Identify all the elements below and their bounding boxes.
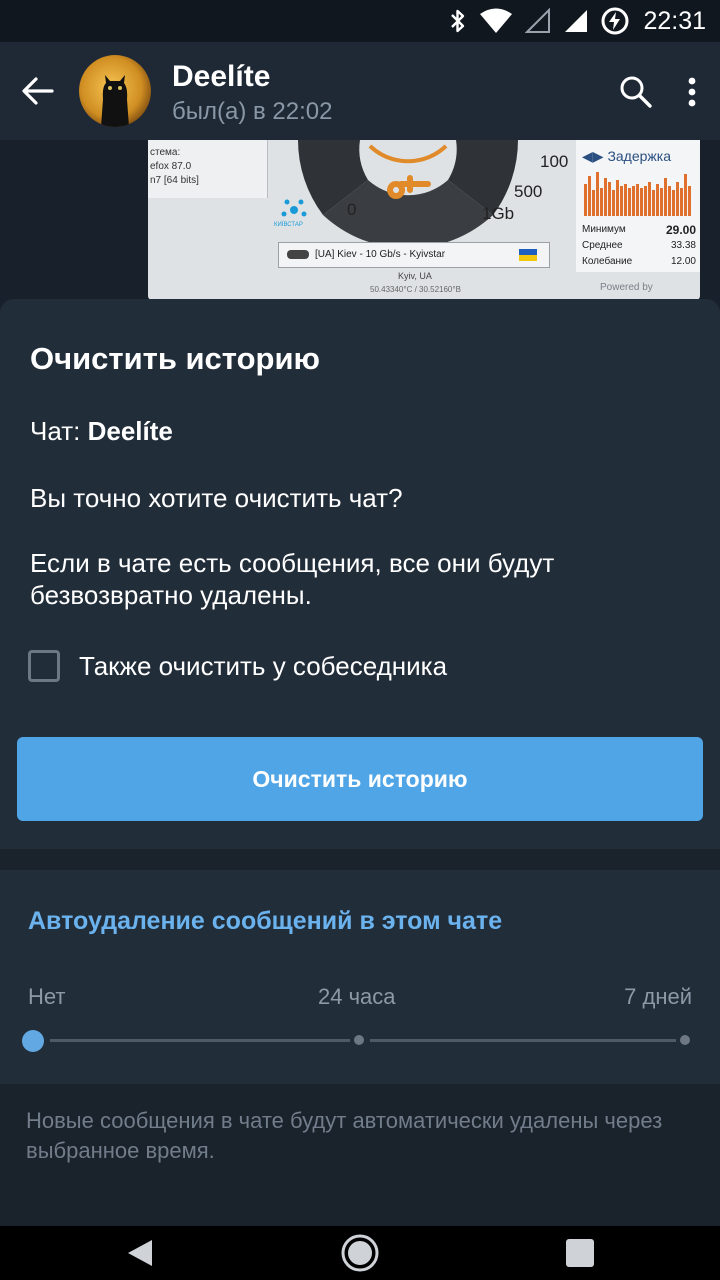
stat-value: 12.00 xyxy=(670,256,696,267)
stat-value: 29.00 xyxy=(665,223,696,237)
auto-delete-note-text: Новые сообщения в чате будут автоматичес… xyxy=(26,1108,663,1163)
gauge-label: 500 xyxy=(514,182,543,201)
nav-home-button[interactable] xyxy=(320,1226,400,1280)
search-button[interactable] xyxy=(612,68,660,116)
server-box: [UA] Kiev - 10 Gb/s - Kyivstar xyxy=(278,242,550,268)
search-icon xyxy=(620,76,652,108)
gauge-label: 1Gb xyxy=(482,204,515,223)
stat-label: Колебание xyxy=(582,256,633,267)
sheet-title: Очистить историю xyxy=(30,341,320,376)
auto-delete-title: Автоудаление сообщений в этом чате xyxy=(28,907,503,935)
chat-name[interactable]: Deelíte xyxy=(172,60,270,94)
isp-brand: КИЇВСТАР xyxy=(274,222,303,228)
also-clear-for-peer-row[interactable]: Также очистить у собеседника xyxy=(28,649,447,683)
back-button[interactable] xyxy=(16,69,60,113)
section-divider xyxy=(0,849,720,870)
powered-by: Powered by xyxy=(600,282,653,293)
server-name: [UA] Kiev - 10 Gb/s - Kyivstar xyxy=(315,249,446,260)
nav-recents-icon xyxy=(566,1239,594,1267)
option-none[interactable]: Нет xyxy=(28,984,65,1010)
more-vert-icon xyxy=(688,77,696,107)
stat-row: Минимум 29.00 xyxy=(582,222,696,238)
clear-history-sheet: Очистить историю Чат: Deelíte Вы точно х… xyxy=(0,299,720,849)
more-options-button[interactable] xyxy=(672,68,712,116)
server-icon xyxy=(287,250,309,259)
gauge-label: 0 xyxy=(347,200,357,219)
slider-track xyxy=(370,1039,676,1042)
also-clear-checkbox[interactable] xyxy=(28,650,60,682)
stat-value: 33.38 xyxy=(670,240,696,251)
confirm-question: Вы точно хотите очистить чат? xyxy=(30,483,403,513)
battery-charging-icon xyxy=(601,7,629,35)
signal-full-icon xyxy=(565,10,588,32)
status-bar: 22:31 xyxy=(0,0,720,42)
status-icons: 22:31 xyxy=(449,0,706,42)
gauge-label: 100 xyxy=(540,152,569,171)
chat-name-bold: Deelíte xyxy=(87,416,173,446)
isp-logo xyxy=(281,199,307,217)
back-arrow-icon xyxy=(22,77,54,105)
latency-title-text: Задержка xyxy=(607,148,672,164)
option-24h[interactable]: 24 часа xyxy=(318,984,396,1010)
system-nav-bar xyxy=(0,1226,720,1280)
status-time: 22:31 xyxy=(643,6,706,35)
chat-label: Чат: xyxy=(30,416,81,446)
auto-delete-slider[interactable] xyxy=(22,1030,698,1052)
auto-delete-note: Новые сообщения в чате будут автоматичес… xyxy=(0,1084,720,1226)
stat-row: Среднее 33.38 xyxy=(582,238,696,254)
option-7d[interactable]: 7 дней xyxy=(624,984,692,1010)
wifi-icon xyxy=(480,8,513,33)
warning-text: Если в чате есть сообщения, все они буду… xyxy=(30,548,555,610)
slider-step-dot xyxy=(680,1035,690,1045)
latency-bars xyxy=(584,172,691,216)
sheet-chat-line: Чат: Deelíte xyxy=(30,416,173,447)
server-coords: 50.43340°C / 30.52160°B xyxy=(370,285,461,294)
ua-flag-icon xyxy=(519,249,537,261)
message-image-preview[interactable]: стема: efox 87.0 n7 [64 bits] 0 1Gb 500 … xyxy=(148,140,700,300)
latency-title: ◀▶ Задержка xyxy=(582,148,672,164)
server-city: Kyiv, UA xyxy=(398,271,432,281)
stat-label: Минимум xyxy=(582,224,626,235)
avatar-image xyxy=(79,55,151,127)
bluetooth-icon xyxy=(451,9,465,33)
stat-row: Колебание 12.00 xyxy=(582,254,696,270)
latency-stats: Минимум 29.00 Среднее 33.38 Колебание 12.00 xyxy=(582,222,696,270)
nav-home-icon xyxy=(341,1234,379,1272)
chat-header: Deelíte был(а) в 22:02 xyxy=(0,42,720,140)
nav-back-icon xyxy=(128,1240,152,1266)
nav-recents-button[interactable] xyxy=(540,1226,620,1280)
also-clear-label[interactable]: Также очистить у собеседника xyxy=(79,651,447,682)
avatar[interactable] xyxy=(79,55,151,127)
slider-track xyxy=(50,1039,350,1042)
nav-back-button[interactable] xyxy=(100,1226,180,1280)
signal-empty-icon xyxy=(525,8,551,33)
latency-panel: ◀▶ Задержка Минимум 29.00 Среднее 33.38 … xyxy=(576,140,700,272)
clear-history-button[interactable]: Очистить историю xyxy=(17,737,703,821)
chat-last-seen: был(а) в 22:02 xyxy=(172,98,333,125)
auto-delete-options: Нет 24 часа 7 дней xyxy=(28,984,692,1014)
stat-label: Среднее xyxy=(582,240,623,251)
auto-delete-section: Автоудаление сообщений в этом чате Нет 2… xyxy=(0,870,720,1084)
slider-thumb[interactable] xyxy=(22,1030,44,1052)
slider-step-dot xyxy=(354,1035,364,1045)
